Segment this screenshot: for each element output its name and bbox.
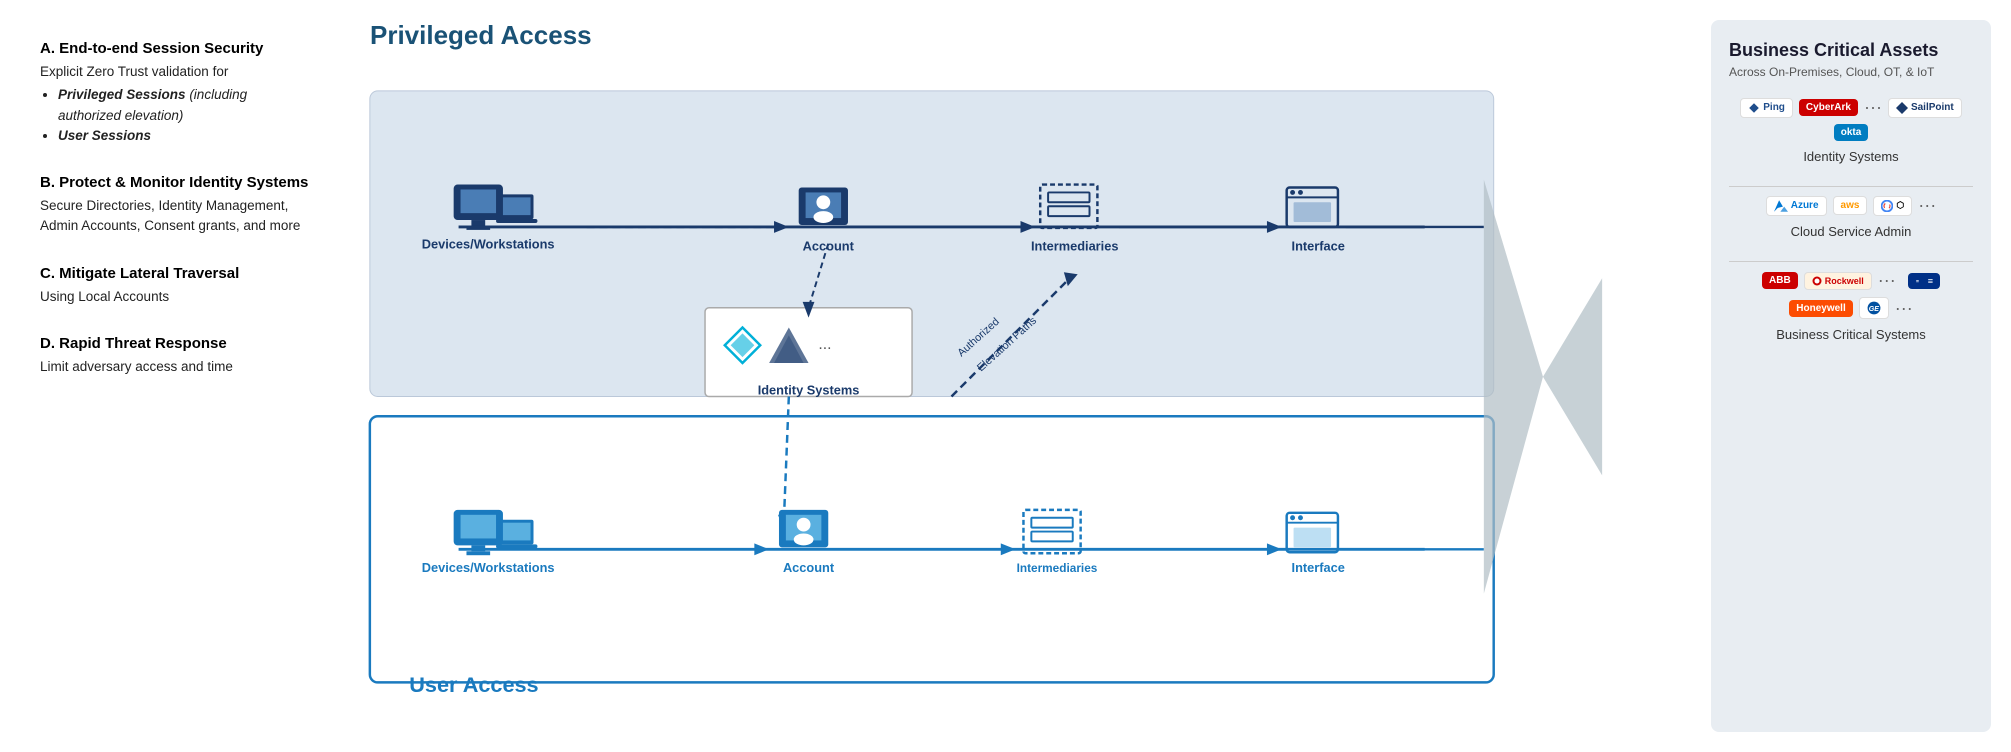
diagram-container: Devices/Workstations Account: [360, 61, 1681, 732]
section-b-title: B. Protect & Monitor Identity Systems: [40, 174, 310, 191]
bca-box: Business Critical Assets Across On-Premi…: [1711, 20, 1991, 732]
bca-subtitle: Across On-Premises, Cloud, OT, & IoT: [1729, 65, 1973, 79]
ping-logo: Ping: [1740, 98, 1793, 118]
okta-logo: okta: [1834, 124, 1869, 141]
bca-identity-group: Ping CyberArk ··· SailPoint okta Identit…: [1729, 97, 1973, 164]
bcs-dots2: ···: [1895, 298, 1913, 319]
google-logo: ⬡: [1873, 196, 1912, 216]
cyberark-logo: CyberArk: [1799, 99, 1858, 116]
user-devices-label: Devices/Workstations: [422, 560, 555, 575]
bullet-privileged-sessions: Privileged Sessions (including authorize…: [58, 85, 310, 126]
right-panel: Business Critical Assets Across On-Premi…: [1701, 0, 2011, 752]
bullet-user-sessions: User Sessions: [58, 126, 310, 146]
sailpoint-logo: SailPoint: [1888, 98, 1962, 118]
cloud-logos: Azure aws ⬡ ···: [1729, 195, 1973, 216]
section-c: C. Mitigate Lateral Traversal Using Loca…: [40, 265, 310, 307]
bca-bcs-group: ABB Rockwell ··· = ≡ Honeywell GE ··· Bu…: [1729, 270, 1973, 342]
identity-dots: ···: [1864, 97, 1882, 118]
svg-text:GE: GE: [1868, 306, 1878, 313]
bcs-logo-2: = ≡: [1908, 273, 1940, 289]
main-area: Privileged Access Device: [340, 0, 1701, 752]
rockwell-logo: Rockwell: [1804, 272, 1872, 290]
user-interface-label: Interface: [1292, 560, 1345, 575]
priv-account-label: Account: [803, 239, 855, 254]
priv-devices-label: Devices/Workstations: [422, 237, 555, 252]
left-panel: A. End-to-end Session Security Explicit …: [0, 0, 340, 752]
section-d: D. Rapid Threat Response Limit adversary…: [40, 335, 310, 377]
identity-systems-label: Identity Systems: [758, 383, 860, 398]
section-b-body: Secure Directories, Identity Management,…: [40, 196, 310, 237]
section-c-title: C. Mitigate Lateral Traversal: [40, 265, 310, 282]
user-intermediaries-label: Intermediaries: [1017, 561, 1098, 575]
honeywell-logo: Honeywell: [1789, 300, 1852, 317]
user-account-label: Account: [783, 560, 835, 575]
section-c-body: Using Local Accounts: [40, 287, 310, 307]
bcs-logos: ABB Rockwell ··· = ≡ Honeywell GE ···: [1729, 270, 1973, 319]
svg-text:...: ...: [818, 336, 831, 353]
bcs-dots1: ···: [1878, 270, 1896, 291]
section-d-body: Limit adversary access and time: [40, 357, 310, 377]
user-access-label: User Access: [409, 672, 538, 697]
cloud-dots: ···: [1918, 195, 1936, 216]
abb-logo: ABB: [1762, 272, 1798, 289]
user-account-icon: [779, 510, 828, 547]
priv-intermediaries-label: Intermediaries: [1031, 239, 1119, 254]
section-d-title: D. Rapid Threat Response: [40, 335, 310, 352]
azure-logo: Azure: [1766, 196, 1827, 216]
diagram-svg: Devices/Workstations Account: [360, 61, 1681, 732]
identity-logos: Ping CyberArk ··· SailPoint okta: [1729, 97, 1973, 141]
identity-systems-bca-label: Identity Systems: [1729, 149, 1973, 164]
priv-account-icon: [799, 188, 848, 225]
svg-text:=: =: [1916, 279, 1919, 285]
bcs-label: Business Critical Systems: [1729, 327, 1973, 342]
bca-title: Business Critical Assets: [1729, 40, 1973, 61]
aws-logo: aws: [1833, 196, 1868, 215]
section-a-title: A. End-to-end Session Security: [40, 40, 310, 57]
section-a-body: Explicit Zero Trust validation for Privi…: [40, 62, 310, 146]
ge-logo: GE: [1859, 297, 1889, 319]
cloud-service-admin-label: Cloud Service Admin: [1729, 224, 1973, 239]
section-b: B. Protect & Monitor Identity Systems Se…: [40, 174, 310, 237]
privileged-access-label: Privileged Access: [370, 20, 1681, 51]
bca-cloud-group: Azure aws ⬡ ··· Cloud Service Admin: [1729, 195, 1973, 239]
priv-interface-label: Interface: [1292, 239, 1345, 254]
section-a: A. End-to-end Session Security Explicit …: [40, 40, 310, 146]
